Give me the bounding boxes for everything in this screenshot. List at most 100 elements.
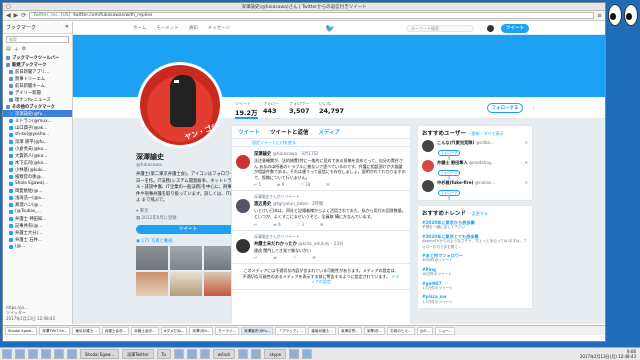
app-launcher-icon[interactable] xyxy=(251,349,262,359)
bookmark-item[interactable]: 山口典子(@ak... xyxy=(3,124,72,131)
bookmark-item[interactable]: 弁護士 石井... xyxy=(3,236,72,243)
stat-followers[interactable]: フォロワー 3,507 xyxy=(289,101,310,115)
media-link[interactable]: ▣ 171 写真と動画 xyxy=(136,238,240,244)
media-thumbnail[interactable] xyxy=(170,245,202,270)
taskbar-window-button[interactable]: skype xyxy=(264,349,287,359)
tab-tweets[interactable]: ツイート xyxy=(238,128,260,136)
suggestions-links[interactable]: ・更新・すべて表示 xyxy=(468,131,504,136)
tab-tweets-replies[interactable]: ツイートと返信 xyxy=(270,128,309,136)
nav-home[interactable]: ホーム xyxy=(133,25,146,31)
app-launcher-icon[interactable] xyxy=(28,349,38,359)
system-clock[interactable]: 9:06 2017年2月13日(月) 12:48:43 xyxy=(580,349,636,359)
app-launcher-icon[interactable] xyxy=(15,349,25,359)
bookmark-item[interactable]: sh-ko(@yosho... xyxy=(3,131,72,138)
bookmark-item[interactable]: (@Tsukas_... xyxy=(3,208,72,215)
stat-likes[interactable]: いいね 24,797 xyxy=(319,101,344,115)
suggested-follow-button[interactable]: フォローする xyxy=(438,170,460,180)
app-launcher-icon[interactable] xyxy=(173,349,184,359)
browser-tab[interactable]: 弁護士会@... xyxy=(131,326,159,335)
menu-icon[interactable]: ≡ xyxy=(597,12,602,19)
back-icon[interactable]: ◀ xyxy=(6,12,11,19)
window-menu-icon[interactable]: ▢ xyxy=(6,4,11,10)
app-launcher-icon[interactable] xyxy=(199,349,210,359)
taskbar-window-button[interactable]: Ta xyxy=(156,349,171,359)
bookmark-item[interactable]: 小倉秀夫(@ko... xyxy=(3,145,72,152)
close-icon[interactable]: ✕ xyxy=(65,24,69,31)
retweet-icon[interactable]: ⇄ 6 xyxy=(273,222,280,227)
twitter-search-input[interactable]: キーワード検索 xyxy=(406,25,474,32)
profile-name[interactable]: 深澤諭史 xyxy=(136,152,240,162)
bookmark-item[interactable]: 大賀新人(@ka... xyxy=(3,152,72,159)
bookmark-item[interactable]: 無事トリーエム xyxy=(3,75,72,82)
tweet-avatar[interactable] xyxy=(236,238,250,253)
browser-tab[interactable]: 深澤TWIT-Sh... xyxy=(39,326,71,335)
suggested-user-avatar[interactable] xyxy=(422,180,434,192)
user-avatar[interactable] xyxy=(487,25,494,32)
bookmark-item[interactable]: 深澤 耕平(@fu... xyxy=(3,138,72,145)
bookmark-item[interactable]: 浅海浩一(@a... xyxy=(3,194,72,201)
trend-item[interactable]: #gal907 1.5万件のツイート xyxy=(422,281,528,292)
app-launcher-icon[interactable] xyxy=(41,349,51,359)
reload-icon[interactable]: ⟳ xyxy=(21,12,26,19)
suggested-user-avatar[interactable] xyxy=(422,140,434,152)
browser-tab[interactable]: ショー... xyxy=(435,326,456,335)
suggested-user-name[interactable]: 中杉雅(fuke-fire) xyxy=(437,180,473,185)
bookmark-item[interactable]: (@... xyxy=(3,243,72,250)
trend-item[interactable]: #あと何でフォロワー 3000件のツイート xyxy=(422,253,528,264)
browser-tab[interactable]: ろーライ... xyxy=(215,326,239,335)
settings-icon[interactable]: ⚙ xyxy=(22,46,26,53)
bookmark-search-input[interactable]: 検索 xyxy=(6,36,69,43)
media-thumbnail[interactable] xyxy=(170,271,202,296)
trend-item[interactable]: #2020年に東京とても旅歩集 AbemaTVからのようなさそう、ちょっと手伝って… xyxy=(422,234,528,250)
reply-icon[interactable]: ↩ xyxy=(254,255,257,260)
like-icon[interactable]: ♡ 18 xyxy=(300,182,310,187)
dm-icon[interactable]: ✉ xyxy=(320,222,323,227)
browser-tab[interactable]: 東京弁護士... xyxy=(72,326,100,335)
like-icon[interactable]: ♡ xyxy=(293,255,297,260)
media-thumbnail[interactable] xyxy=(136,271,168,296)
bookmark-item[interactable]: 弁護士 神田知... xyxy=(3,215,72,222)
tweet-avatar[interactable] xyxy=(236,155,250,169)
trend-item[interactable]: #pizza_nw 1.3万件のツイート xyxy=(422,294,528,305)
dismiss-icon[interactable]: ✕ xyxy=(525,160,528,165)
bookmark-folder[interactable]: 新規ブックマーク xyxy=(3,61,72,68)
dismiss-icon[interactable]: ✕ xyxy=(525,140,528,145)
browser-tab[interactable]: #ダメだね... xyxy=(160,326,188,335)
follow-button[interactable]: フォローする xyxy=(487,103,523,113)
app-launcher-icon[interactable] xyxy=(2,349,12,359)
dm-icon[interactable]: ✉ xyxy=(312,255,315,260)
suggested-follow-button[interactable]: フォローする xyxy=(438,150,460,160)
dismiss-icon[interactable]: ✕ xyxy=(525,180,528,185)
tweet-author[interactable]: 渡辺勇史 xyxy=(254,202,271,207)
bookmark-item[interactable]: 前日新聞ホーム xyxy=(3,82,72,89)
bookmark-item[interactable]: 小林基(@kuki... xyxy=(3,166,72,173)
bookmark-item[interactable]: 理ナンfo-ニュース xyxy=(3,96,72,103)
tweet-author[interactable]: 弁護士未だわかったか xyxy=(254,242,297,247)
taskbar-window-button[interactable]: w/lock xyxy=(212,349,236,359)
forward-icon[interactable]: ▶ xyxy=(14,12,19,19)
app-launcher-icon[interactable] xyxy=(302,349,313,359)
bookmark-item[interactable]: 弁護士大分(... xyxy=(3,229,72,236)
bookmark-item[interactable]: ミトラン(@mux... xyxy=(3,117,72,124)
trend-item[interactable]: #Ping 18万件のツイート xyxy=(422,267,528,278)
more-icon[interactable]: ⋮ xyxy=(531,105,537,112)
pinned-link[interactable]: 固定ツイートに付を使る xyxy=(232,139,410,147)
folder-icon[interactable]: ▤ xyxy=(6,46,11,53)
like-icon[interactable]: ♡ 3 xyxy=(297,222,304,227)
trend-item[interactable]: #2020年に東京から旅歩集 予想を一緒に出して下さい xyxy=(422,220,528,231)
tweet[interactable]: 深澤諭史さんがリツイート 弁護士未だわかったか @kida_aduiuly · 2… xyxy=(232,231,410,265)
bookmark-item[interactable]: 真理ハン(@... xyxy=(3,201,72,208)
tweet-author[interactable]: 深澤諭史 xyxy=(254,152,271,157)
browser-tab[interactable]: 深澤諭史(@fu... xyxy=(240,326,274,335)
browser-tab[interactable]: Shodai Egaw... xyxy=(5,326,38,335)
bookmark-item[interactable]: 記事共有(@... xyxy=(3,222,72,229)
window-titlebar[interactable]: ▢ 深澤諭史(@fukasawa)さん | Twitterからの返信付きツイート xyxy=(3,3,605,11)
tweet[interactable]: 深澤諭史さんがリツイート 渡辺勇史 @tgryoiuu_bdea · 2時間 いとけ… xyxy=(232,191,410,231)
bookmark-item[interactable]: 前日新聞アプリ... xyxy=(3,68,72,75)
bookmark-item[interactable]: 深澤諭史(@fu... xyxy=(3,110,72,117)
add-icon[interactable]: ＋ xyxy=(14,46,19,53)
app-launcher-icon[interactable] xyxy=(289,349,300,359)
tweet[interactable]: 深澤諭史 @fukasawa · 3月17日 法注意機関が、法的措置(特に一般的に… xyxy=(232,147,410,192)
bookmark-item[interactable]: 岡愛桃佐(@... xyxy=(3,187,72,194)
suggested-user-name[interactable]: こんなげ(愛児見隊) xyxy=(437,140,474,145)
